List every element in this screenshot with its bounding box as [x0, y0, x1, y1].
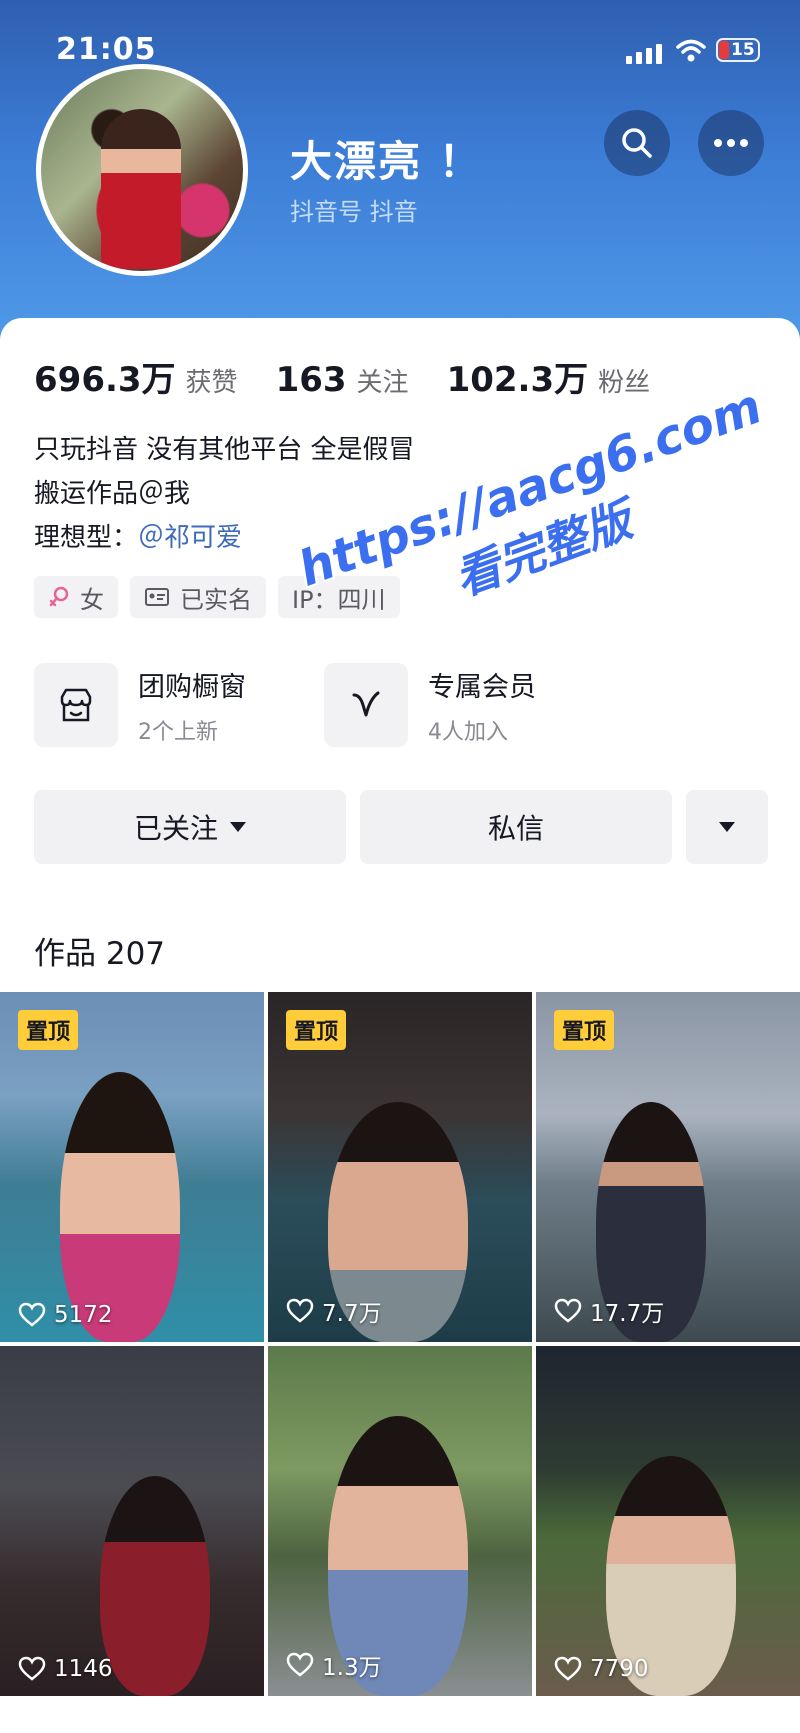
message-label: 私信 — [487, 812, 544, 845]
battery-icon: 15 — [716, 38, 760, 62]
like-count: 17.7万 — [554, 1294, 664, 1328]
like-count-value: 17.7万 — [590, 1301, 665, 1327]
heart-icon — [18, 1302, 46, 1327]
bio-line: 只玩抖音 没有其他平台 全是假冒 — [34, 435, 415, 465]
work-thumbnail[interactable]: 置顶 7.7万 — [268, 992, 532, 1342]
like-count-value: 5172 — [54, 1302, 113, 1328]
like-count: 1146 — [18, 1656, 113, 1682]
more-options-button[interactable] — [686, 790, 768, 864]
heart-icon — [554, 1656, 582, 1681]
pinned-badge: 置顶 — [286, 1010, 347, 1050]
verified-tag: 已实名 — [130, 576, 266, 618]
like-count: 5172 — [18, 1302, 113, 1328]
pinned-badge: 置顶 — [18, 1010, 79, 1050]
work-thumbnail[interactable]: 1146 — [0, 1346, 264, 1696]
profile-actions: 已关注 私信 — [34, 790, 768, 864]
like-count-value: 1.3万 — [322, 1655, 382, 1681]
search-icon — [622, 128, 652, 158]
bio-mention-link[interactable]: ＠祁可爱 — [138, 523, 242, 553]
gender-tag: 女 — [34, 576, 118, 618]
douyin-id: 抖音号 抖音 — [290, 198, 418, 226]
heart-icon — [286, 1652, 314, 1677]
status-time: 21:05 — [56, 32, 157, 67]
card-subtitle: 4人加入 — [428, 719, 508, 745]
female-icon — [49, 586, 69, 607]
battery-level: 15 — [731, 40, 755, 60]
like-count: 7.7万 — [286, 1294, 382, 1328]
status-bar: 21:05 15 — [0, 30, 800, 70]
card-subtitle: 2个上新 — [138, 719, 218, 745]
heart-icon — [554, 1298, 582, 1323]
card-title: 团购橱窗 — [138, 671, 246, 703]
profile-name: 大漂亮 ！ — [290, 137, 483, 186]
bio-prefix: 理想型： — [34, 523, 139, 553]
stat-label: 关注 — [356, 368, 409, 398]
verified-label: 已实名 — [180, 585, 252, 614]
works-count-label[interactable]: 作品 207 — [34, 928, 165, 973]
following-label: 已关注 — [133, 812, 218, 845]
work-thumbnail[interactable]: 置顶 17.7万 — [536, 992, 800, 1342]
stat-value: 102.3万 — [446, 360, 589, 400]
work-thumbnail[interactable]: 7790 — [536, 1346, 800, 1696]
like-count-value: 7.7万 — [322, 1301, 382, 1327]
search-button[interactable] — [604, 110, 670, 176]
stat-followers[interactable]: 102.3万 粉丝 — [447, 352, 651, 401]
profile-header: 21:05 15 大漂亮 ！ 抖音号 抖音 — [0, 0, 800, 340]
like-count-value: 7790 — [590, 1656, 649, 1682]
more-button[interactable] — [698, 110, 764, 176]
heart-icon — [286, 1298, 314, 1323]
work-thumbnail[interactable]: 1.3万 — [268, 1346, 532, 1696]
id-card-icon — [145, 588, 169, 606]
pinned-badge: 置顶 — [554, 1010, 615, 1050]
bio-line: 搬运作品＠我 — [34, 479, 191, 509]
store-icon — [34, 663, 118, 747]
wifi-icon — [676, 39, 706, 62]
following-button[interactable]: 已关注 — [34, 790, 346, 864]
stat-label: 粉丝 — [598, 368, 651, 398]
signal-icon — [626, 44, 662, 64]
work-thumbnail[interactable]: 置顶 5172 — [0, 992, 264, 1342]
profile-stats: 696.3万 获赞 163 关注 102.3万 粉丝 — [34, 352, 688, 401]
dropdown-arrow-icon — [230, 822, 246, 832]
stat-likes[interactable]: 696.3万 获赞 — [34, 352, 238, 401]
gender-label: 女 — [80, 585, 104, 614]
dropdown-arrow-icon — [719, 822, 735, 832]
more-icon — [714, 139, 748, 147]
heart-icon — [18, 1656, 46, 1681]
stat-following[interactable]: 163 关注 — [276, 360, 409, 400]
like-count: 1.3万 — [286, 1648, 382, 1682]
stat-label: 获赞 — [185, 368, 238, 398]
message-button[interactable]: 私信 — [360, 790, 672, 864]
avatar[interactable] — [36, 64, 248, 276]
like-count: 7790 — [554, 1656, 649, 1682]
like-count-value: 1146 — [54, 1656, 113, 1682]
stat-value: 163 — [275, 360, 347, 400]
stat-value: 696.3万 — [34, 360, 176, 400]
works-grid: 置顶 5172 置顶 7.7万 置顶 17.7万 1146 1.3万 7790 — [0, 992, 800, 1733]
group-buy-window-card[interactable]: 团购橱窗 2个上新 — [34, 662, 246, 748]
